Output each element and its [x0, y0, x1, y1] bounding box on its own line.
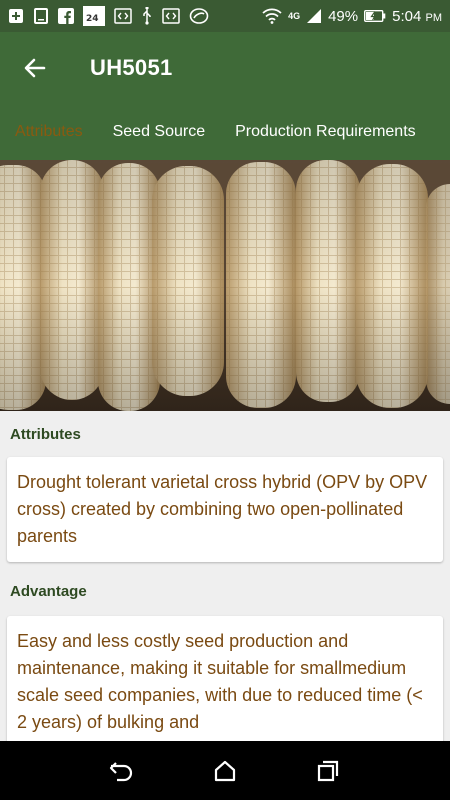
recents-nav-icon — [318, 760, 339, 781]
tab-seed-source[interactable]: Seed Source — [98, 104, 221, 160]
battery-percent: 49% — [328, 7, 359, 25]
advantage-heading: Advantage — [10, 582, 87, 600]
code-icon-2 — [162, 8, 180, 24]
add-box-icon — [8, 8, 24, 24]
wifi-icon — [262, 8, 282, 24]
back-nav-icon — [109, 761, 132, 781]
attributes-heading: Attributes — [10, 425, 81, 443]
france24-badge-text: 24 — [86, 14, 99, 24]
arrow-left-icon — [24, 58, 46, 78]
details-content[interactable]: Attributes Drought tolerant varietal cro… — [0, 411, 450, 741]
nav-home-button[interactable] — [200, 746, 250, 796]
status-bar: 24 4G 49% 5:04 PM — [0, 0, 450, 32]
advantage-text: Easy and less costly seed production and… — [17, 631, 423, 732]
nav-back-button[interactable] — [97, 746, 147, 796]
advantage-card: Easy and less costly seed production and… — [7, 616, 443, 741]
home-nav-icon — [214, 760, 236, 781]
tab-production-requirements[interactable]: Production Requirements — [220, 104, 431, 160]
sync-app-icon — [189, 7, 209, 25]
app-bar: UH5051 — [0, 32, 450, 104]
battery-charging-icon — [364, 10, 386, 22]
tab-attributes[interactable]: Attributes — [0, 104, 98, 160]
page-title: UH5051 — [90, 55, 173, 80]
usb-icon — [141, 7, 153, 25]
facebook-icon — [58, 8, 74, 24]
network-type: 4G — [288, 11, 301, 21]
notification-icons: 24 — [8, 6, 209, 26]
nav-recents-button[interactable] — [303, 746, 353, 796]
signal-icon — [306, 8, 322, 24]
system-navigation-bar — [0, 741, 450, 800]
france24-app-icon: 24 — [83, 6, 105, 26]
clock: 5:04 PM — [392, 7, 442, 25]
variety-photo — [0, 160, 450, 411]
system-status: 4G 49% 5:04 PM — [262, 8, 442, 25]
attributes-text: Drought tolerant varietal cross hybrid (… — [17, 472, 428, 546]
maize-cobs-image — [0, 160, 450, 411]
tab-bar: Attributes Seed Source Production Requir… — [0, 104, 450, 160]
code-icon — [114, 8, 132, 24]
tablet-icon — [33, 8, 49, 24]
back-button[interactable] — [0, 32, 70, 104]
attributes-card: Drought tolerant varietal cross hybrid (… — [7, 457, 443, 562]
app-screen: 24 4G 49% 5:04 PM UH5051 Attributes Seed… — [0, 0, 450, 800]
